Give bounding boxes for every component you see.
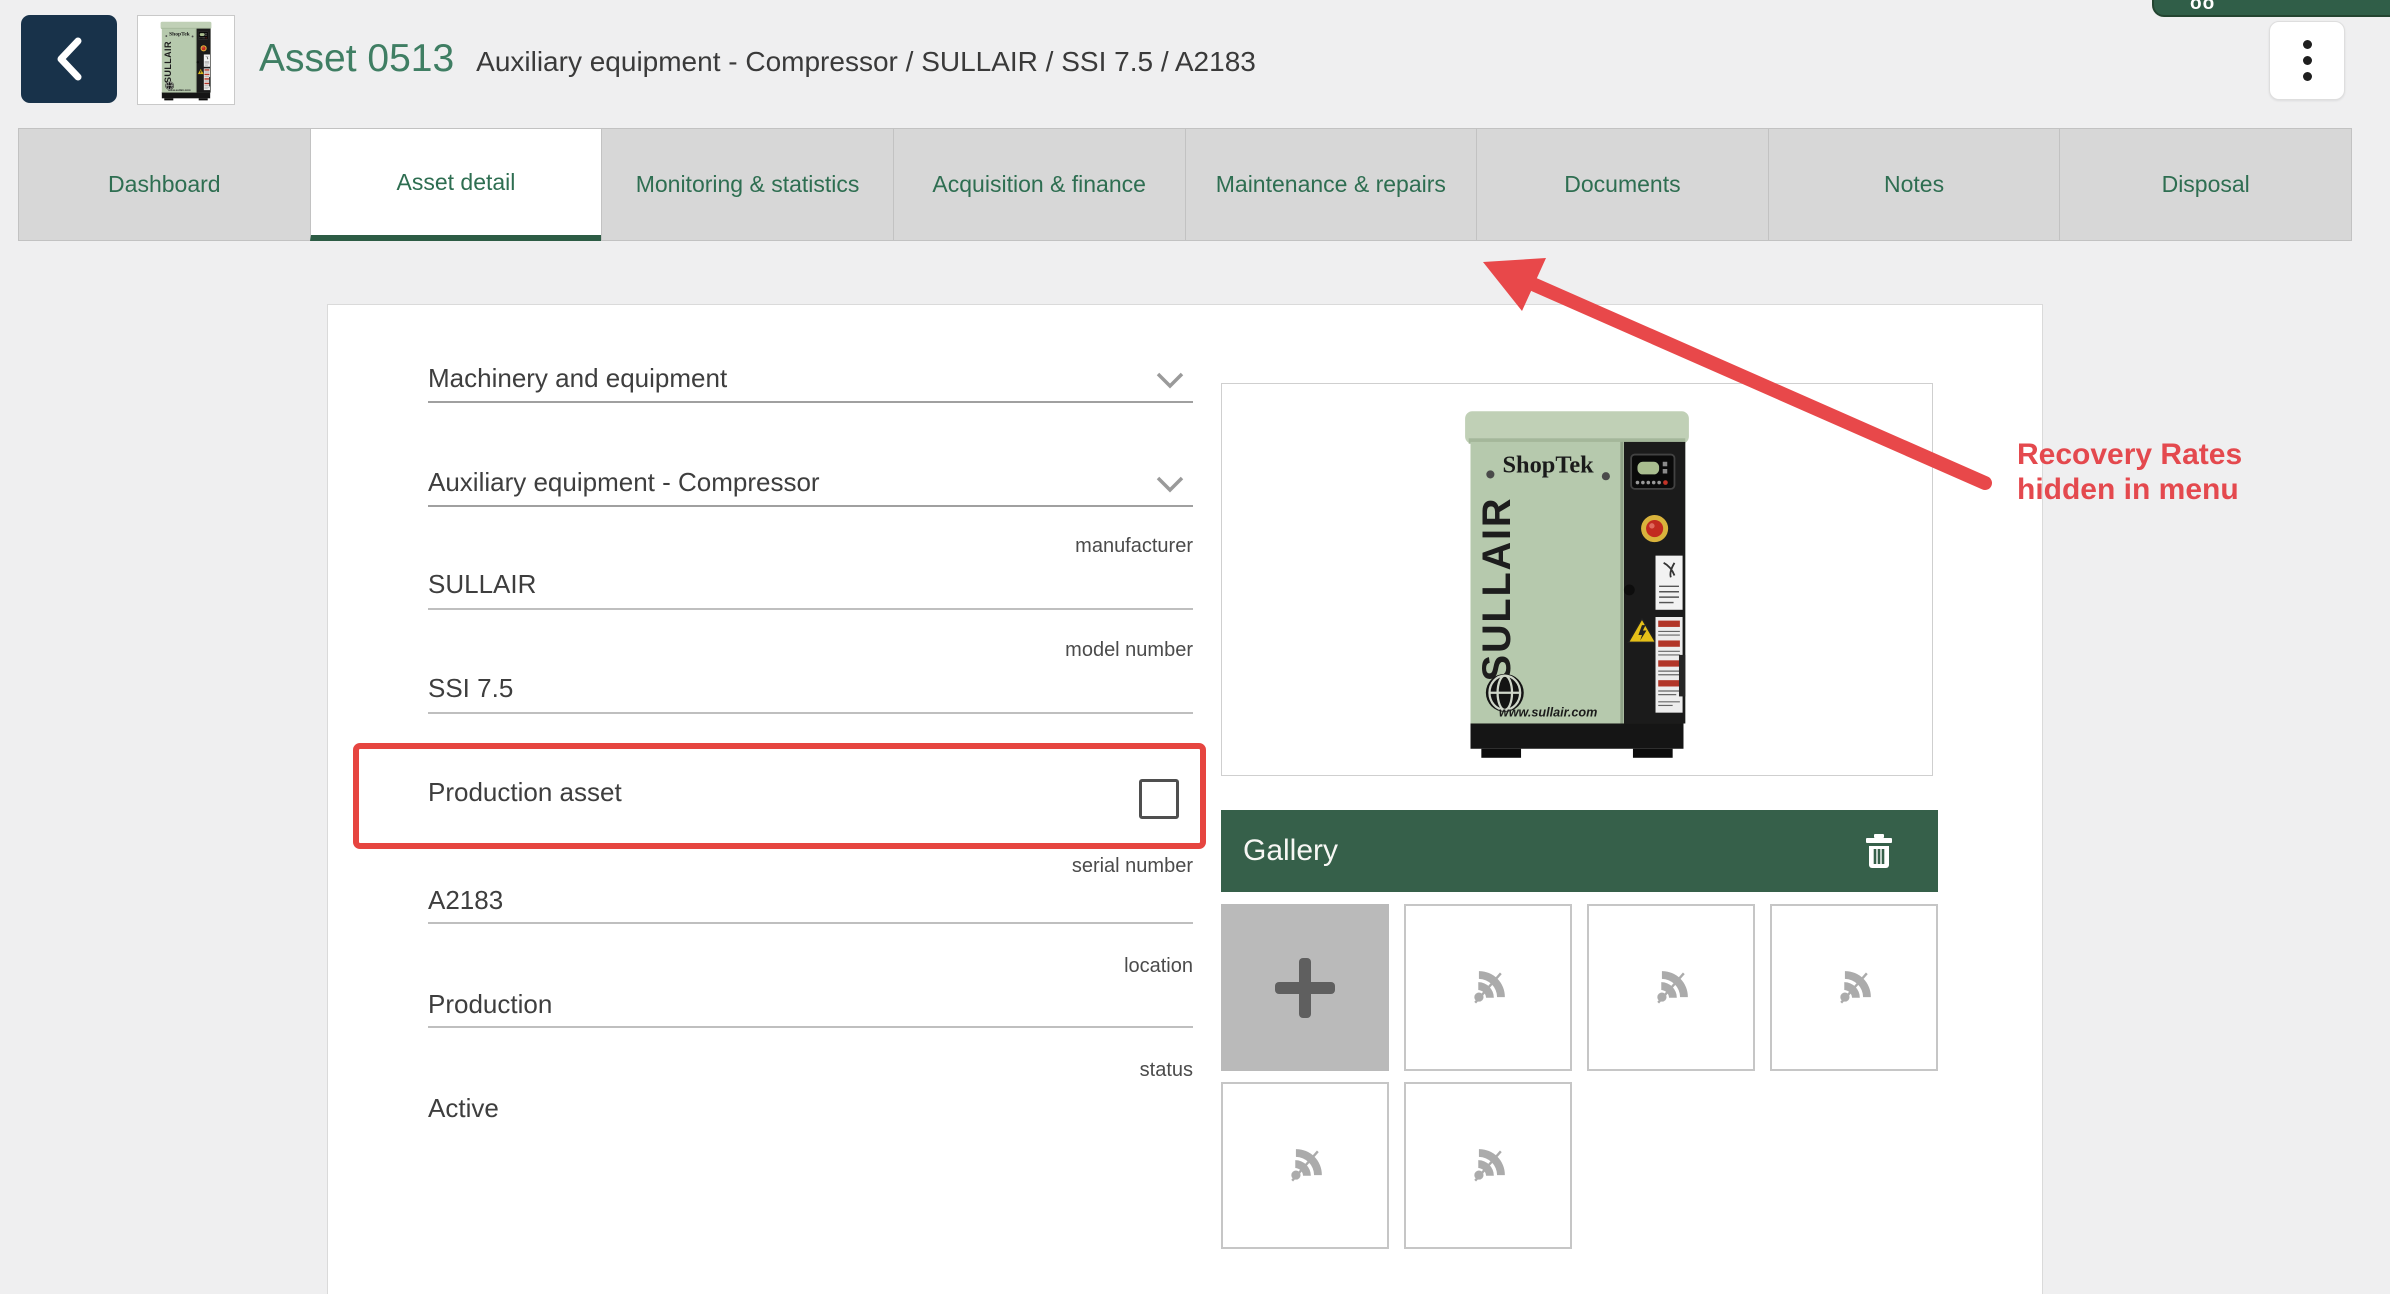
plus-icon: [1275, 958, 1335, 1018]
top-overflow-pill-label: oo: [2190, 0, 2215, 15]
annotation-line-1: Recovery Rates: [2017, 437, 2242, 472]
gallery-empty-tile[interactable]: [1221, 1082, 1389, 1249]
tab-dashboard[interactable]: Dashboard: [18, 128, 311, 241]
tab-disposal[interactable]: Disposal: [2059, 128, 2352, 241]
production-asset-label: Production asset: [428, 777, 1193, 808]
kebab-dot: [2303, 56, 2312, 65]
tab-bar: DashboardAsset detailMonitoring & statis…: [18, 128, 2352, 241]
chevron-down-icon[interactable]: [1155, 371, 1185, 389]
manufacturer-label: manufacturer: [428, 535, 1193, 558]
more-options-button[interactable]: [2269, 21, 2345, 100]
location-field[interactable]: Production: [428, 989, 1193, 1020]
status-field[interactable]: Active: [428, 1093, 1193, 1124]
gallery-empty-tile[interactable]: [1770, 904, 1938, 1071]
image-unavailable-icon: [1832, 966, 1876, 1010]
annotation-line-2: hidden in menu: [2017, 472, 2242, 507]
field-underline: [428, 712, 1193, 714]
tab-asset-detail[interactable]: Asset detail: [310, 128, 603, 241]
manufacturer-field[interactable]: SULLAIR: [428, 569, 1193, 600]
subcategory-select-value[interactable]: Auxiliary equipment - Compressor: [428, 467, 1193, 498]
field-underline: [428, 1026, 1193, 1028]
location-label: location: [428, 955, 1193, 978]
gallery-empty-tile[interactable]: [1404, 1082, 1572, 1249]
model-number-field[interactable]: SSI 7.5: [428, 673, 1193, 704]
production-asset-checkbox[interactable]: [1139, 779, 1179, 819]
back-button[interactable]: [21, 15, 117, 103]
top-overflow-pill[interactable]: oo: [2152, 0, 2390, 17]
category-select-value[interactable]: Machinery and equipment: [428, 363, 1193, 394]
status-label: status: [428, 1059, 1193, 1082]
kebab-dot: [2303, 40, 2312, 49]
tab-documents[interactable]: Documents: [1476, 128, 1769, 241]
tab-maintenance-repairs[interactable]: Maintenance & repairs: [1185, 128, 1478, 241]
page-title: Asset 0513: [259, 37, 454, 81]
header-title-row: Asset 0513 Auxiliary equipment - Compres…: [259, 0, 1256, 118]
asset-detail-card: Machinery and equipment Auxiliary equipm…: [327, 304, 2043, 1294]
annotation-text: Recovery Rates hidden in menu: [2017, 437, 2242, 507]
field-underline: [428, 401, 1193, 403]
gallery-header: Gallery: [1221, 810, 1938, 892]
gallery-empty-tile[interactable]: [1587, 904, 1755, 1071]
tab-acquisition-finance[interactable]: Acquisition & finance: [893, 128, 1186, 241]
serial-number-field[interactable]: A2183: [428, 885, 1193, 916]
tab-notes[interactable]: Notes: [1768, 128, 2061, 241]
field-underline: [428, 505, 1193, 507]
gallery-grid: [1221, 904, 1938, 1249]
image-unavailable-icon: [1283, 1144, 1327, 1188]
field-underline: [428, 608, 1193, 610]
chevron-down-icon[interactable]: [1155, 475, 1185, 493]
image-unavailable-icon: [1466, 1144, 1510, 1188]
chevron-left-icon: [48, 33, 90, 85]
image-unavailable-icon: [1649, 966, 1693, 1010]
image-unavailable-icon: [1466, 966, 1510, 1010]
tab-monitoring-statistics[interactable]: Monitoring & statistics: [601, 128, 894, 241]
gallery-title: Gallery: [1243, 834, 1338, 868]
gallery-add-tile[interactable]: [1221, 904, 1389, 1071]
kebab-dot: [2303, 72, 2312, 81]
compressor-photo: [1412, 395, 1742, 765]
field-underline: [428, 922, 1193, 924]
asset-thumbnail[interactable]: [137, 15, 235, 105]
page-subtitle: Auxiliary equipment - Compressor / SULLA…: [476, 46, 1256, 78]
app-root: oo Asset 0513 Auxiliary equipment - Comp…: [0, 0, 2390, 1294]
product-image: [1221, 383, 1933, 776]
serial-number-label: serial number: [428, 855, 1193, 878]
asset-thumbnail-image: [148, 18, 224, 102]
gallery-empty-tile[interactable]: [1404, 904, 1572, 1071]
model-number-label: model number: [428, 639, 1193, 662]
trash-icon[interactable]: [1864, 834, 1894, 868]
